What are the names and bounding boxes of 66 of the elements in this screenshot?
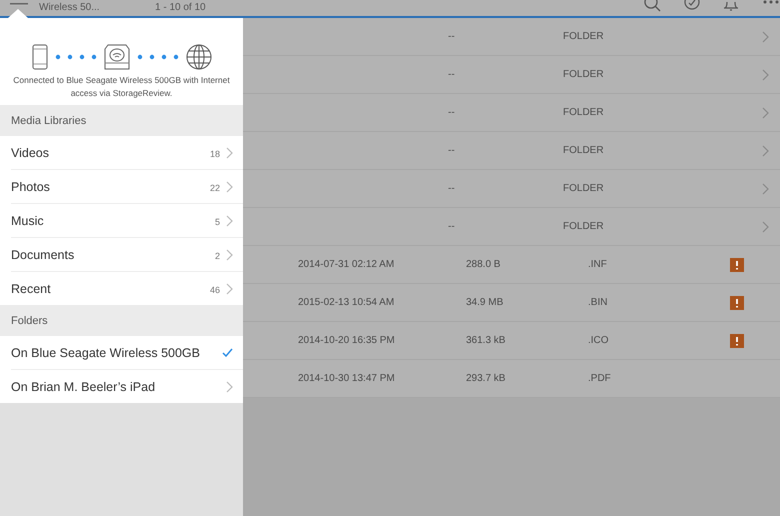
date-cell: 2014-07-31 02:12 AM: [298, 259, 394, 270]
size-cell: 34.9 MB: [466, 297, 504, 308]
menu-item[interactable]: Photos 22: [11, 170, 243, 204]
type-cell: .PDF: [588, 373, 611, 384]
chevron-icon: [762, 106, 769, 118]
item-label: Documents: [11, 248, 76, 262]
size-cell: 288.0 B: [466, 259, 500, 270]
chevron-icon: [226, 180, 233, 192]
type-cell: FOLDER: [563, 145, 604, 156]
type-cell: FOLDER: [563, 31, 604, 42]
phone-icon: [32, 44, 48, 70]
dotted-link-icon: [54, 54, 96, 60]
item-label: Photos: [11, 180, 51, 194]
item-label: Music: [11, 214, 45, 228]
item-label: On Blue Seagate Wireless 500GB: [11, 346, 201, 360]
type-cell: .INF: [588, 259, 607, 270]
date-cell: 2014-10-20 16:35 PM: [298, 335, 395, 346]
type-cell: .BIN: [588, 297, 608, 308]
chevron-icon: [226, 214, 233, 226]
type-cell: FOLDER: [563, 183, 604, 194]
date-cell: 2015-02-13 10:54 AM: [298, 297, 394, 308]
item-count: 1 - 10 of 10: [155, 2, 206, 14]
date-cell: 2014-10-30 13:47 PM: [298, 373, 395, 384]
chevron-icon: [226, 282, 233, 294]
size-cell: 293.7 kB: [466, 373, 506, 384]
globe-icon: [186, 44, 212, 70]
item-label: On Brian M. Beeler’s iPad: [11, 380, 156, 394]
size-cell: --: [448, 221, 455, 232]
chevron-icon: [762, 30, 769, 42]
section-header: Folders: [0, 305, 243, 336]
chevron-icon: [762, 220, 769, 232]
item-count: 2: [214, 251, 220, 261]
menu-item[interactable]: On Blue Seagate Wireless 500GB: [11, 336, 243, 370]
size-cell: --: [448, 145, 455, 156]
type-cell: FOLDER: [563, 107, 604, 118]
chevron-icon: [762, 182, 769, 194]
size-cell: --: [448, 31, 455, 42]
wireless-drive-icon: [104, 44, 130, 70]
checkmark-icon: [222, 348, 233, 357]
device-title: Wireless 50...: [39, 2, 100, 14]
item-count: 18: [210, 149, 220, 159]
size-cell: --: [448, 107, 455, 118]
type-cell: .ICO: [588, 335, 609, 346]
menu-icon[interactable]: [10, 3, 28, 7]
item-count: 5: [214, 217, 220, 227]
section-header: Media Libraries: [0, 105, 243, 136]
menu-item[interactable]: Documents 2: [11, 238, 243, 272]
chevron-icon: [762, 144, 769, 156]
dotted-link-icon: [136, 54, 178, 60]
chevron-icon: [762, 68, 769, 80]
type-cell: FOLDER: [563, 221, 604, 232]
chevron-icon: [226, 146, 233, 158]
item-label: Videos: [11, 146, 50, 160]
size-cell: --: [448, 69, 455, 80]
item-label: Recent: [11, 282, 52, 296]
item-count: 22: [210, 183, 220, 193]
menu-item[interactable]: Music 5: [11, 204, 243, 238]
bell-icon[interactable]: [722, 0, 740, 12]
chevron-icon: [226, 380, 233, 392]
item-count: 46: [210, 285, 220, 295]
menu-item[interactable]: Videos 18: [11, 136, 243, 170]
type-cell: FOLDER: [563, 69, 604, 80]
search-icon[interactable]: [644, 0, 662, 12]
size-cell: --: [448, 183, 455, 194]
chevron-icon: [226, 248, 233, 260]
size-cell: 361.3 kB: [466, 335, 506, 346]
